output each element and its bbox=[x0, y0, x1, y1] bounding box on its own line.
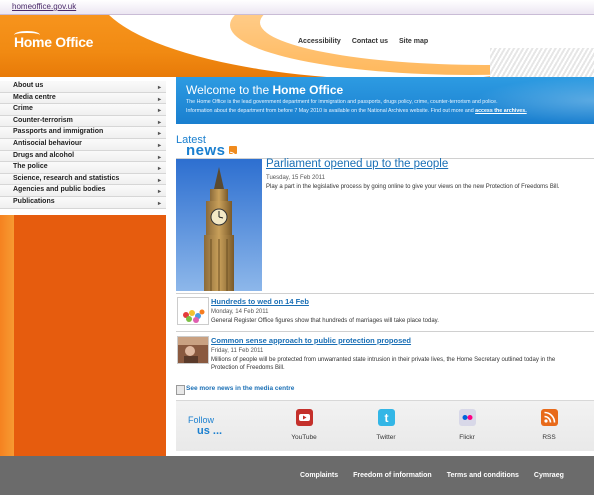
sidebar-item-passports[interactable]: Passports and immigration ▸ bbox=[0, 127, 166, 139]
sidebar-item-crime[interactable]: Crime ▸ bbox=[0, 104, 166, 116]
follow-us-bar: Follow us ... YouTube t Twitter Flickr R… bbox=[176, 400, 594, 451]
story-title[interactable]: Common sense approach to public protecti… bbox=[211, 336, 411, 345]
sidebar-item-label: Drugs and alcohol bbox=[13, 151, 75, 159]
top-bar: homeoffice.gov.uk bbox=[0, 0, 594, 15]
accessibility-link[interactable]: Accessibility bbox=[298, 38, 341, 45]
us-label: us ... bbox=[197, 425, 223, 437]
more-news-link[interactable]: See more news in the media centre bbox=[186, 385, 294, 392]
svg-text:t: t bbox=[384, 411, 388, 425]
sidebar-item-publications[interactable]: Publications ▸ bbox=[0, 196, 166, 209]
lead-story-date: Tuesday, 15 Feb 2011 bbox=[266, 175, 325, 181]
rss-icon bbox=[540, 409, 558, 426]
sidebar-item-science[interactable]: Science, research and statistics ▸ bbox=[0, 173, 166, 186]
welcome-archive-label: Information about the department from be… bbox=[186, 108, 476, 114]
welcome-archive-text: Information about the department from be… bbox=[186, 108, 527, 114]
rss-icon[interactable] bbox=[229, 146, 237, 159]
welcome-text: The Home Office is the lead government d… bbox=[186, 99, 498, 105]
youtube-link[interactable]: YouTube bbox=[279, 409, 329, 441]
wedding-thumbnail[interactable] bbox=[177, 297, 209, 325]
contact-us-link[interactable]: Contact us bbox=[352, 38, 388, 45]
protection-thumbnail[interactable] bbox=[177, 336, 209, 364]
archives-link[interactable]: access the archives. bbox=[475, 108, 527, 114]
story-description: General Register Office figures show tha… bbox=[211, 318, 439, 324]
sidebar-item-label: Publications bbox=[13, 197, 55, 205]
welcome-title-prefix: Welcome to the bbox=[186, 83, 273, 97]
sidebar-item-agencies[interactable]: Agencies and public bodies ▸ bbox=[0, 185, 166, 197]
terms-link[interactable]: Terms and conditions bbox=[447, 472, 519, 479]
sidebar-item-label: Crime bbox=[13, 105, 33, 113]
sidebar-nav: About us ▸ Media centre ▸ Crime ▸ Counter-t… bbox=[0, 81, 166, 209]
sidebar-item-label: About us bbox=[13, 82, 44, 89]
sidebar-item-label: The police bbox=[13, 163, 48, 171]
sidebar-item-label: Passports and immigration bbox=[13, 128, 104, 136]
sidebar-item-label: Agencies and public bodies bbox=[13, 186, 106, 194]
foi-link[interactable]: Freedom of information bbox=[353, 472, 432, 479]
sidebar-stripe bbox=[0, 215, 14, 456]
sidebar-item-counter-terrorism[interactable]: Counter-terrorism ▸ bbox=[0, 115, 166, 128]
site-map-link[interactable]: Site map bbox=[399, 38, 428, 45]
complaints-link[interactable]: Complaints bbox=[300, 472, 338, 479]
cymraeg-link[interactable]: Cymraeg bbox=[534, 472, 564, 479]
home-office-logo[interactable]: Home Office bbox=[14, 34, 93, 50]
youtube-icon bbox=[295, 409, 313, 426]
sidebar-item-antisocial[interactable]: Antisocial behaviour ▸ bbox=[0, 138, 166, 151]
story-date: Monday, 14 Feb 2011 bbox=[211, 309, 269, 315]
sidebar-item-drugs[interactable]: Drugs and alcohol ▸ bbox=[0, 150, 166, 163]
header-hatch-decoration bbox=[490, 48, 594, 78]
sidebar-item-media-centre[interactable]: Media centre ▸ bbox=[0, 92, 166, 105]
rss-link[interactable]: RSS bbox=[524, 409, 574, 441]
welcome-title-bold: Home Office bbox=[272, 83, 344, 97]
twitter-icon: t bbox=[377, 409, 395, 426]
twitter-link[interactable]: t Twitter bbox=[361, 409, 411, 441]
flickr-label: Flickr bbox=[459, 434, 475, 441]
sidebar-item-about-us[interactable]: About us ▸ bbox=[0, 81, 166, 93]
header-links: Accessibility Contact us Site map bbox=[298, 38, 428, 45]
youtube-label: YouTube bbox=[291, 434, 317, 441]
lead-story-title[interactable]: Parliament opened up to the people bbox=[266, 158, 448, 170]
sidebar-item-label: Antisocial behaviour bbox=[13, 139, 82, 147]
welcome-banner: Welcome to the Home Office The Home Offi… bbox=[176, 77, 594, 124]
flickr-icon bbox=[458, 409, 476, 426]
sidebar-item-label: Media centre bbox=[13, 93, 56, 101]
site-link[interactable]: homeoffice.gov.uk bbox=[12, 2, 76, 11]
welcome-title: Welcome to the Home Office bbox=[186, 83, 343, 97]
footer: Complaints Freedom of information Terms … bbox=[0, 456, 594, 495]
divider bbox=[176, 293, 594, 294]
twitter-label: Twitter bbox=[376, 434, 396, 441]
sidebar-decoration bbox=[0, 215, 166, 456]
arrow-icon: ▸ bbox=[157, 200, 161, 207]
story-title[interactable]: Hundreds to wed on 14 Feb bbox=[211, 297, 309, 306]
sidebar-item-label: Science, research and statistics bbox=[13, 174, 120, 182]
story-date: Friday, 11 Feb 2011 bbox=[211, 348, 264, 354]
lead-story-description: Play a part in the legislative process b… bbox=[266, 184, 560, 190]
sidebar-item-label: Counter-terrorism bbox=[13, 116, 73, 124]
big-ben-image[interactable] bbox=[176, 159, 262, 291]
sidebar-item-police[interactable]: The police ▸ bbox=[0, 162, 166, 174]
news-heading: news bbox=[186, 142, 226, 159]
flickr-link[interactable]: Flickr bbox=[442, 409, 492, 441]
story-description: Millions of people will be protected fro… bbox=[211, 357, 556, 371]
divider bbox=[176, 331, 594, 332]
follow-label: Follow bbox=[188, 415, 215, 425]
document-icon bbox=[176, 385, 185, 395]
footer-links: Complaints Freedom of information Terms … bbox=[300, 472, 564, 479]
rss-label: RSS bbox=[542, 434, 556, 441]
